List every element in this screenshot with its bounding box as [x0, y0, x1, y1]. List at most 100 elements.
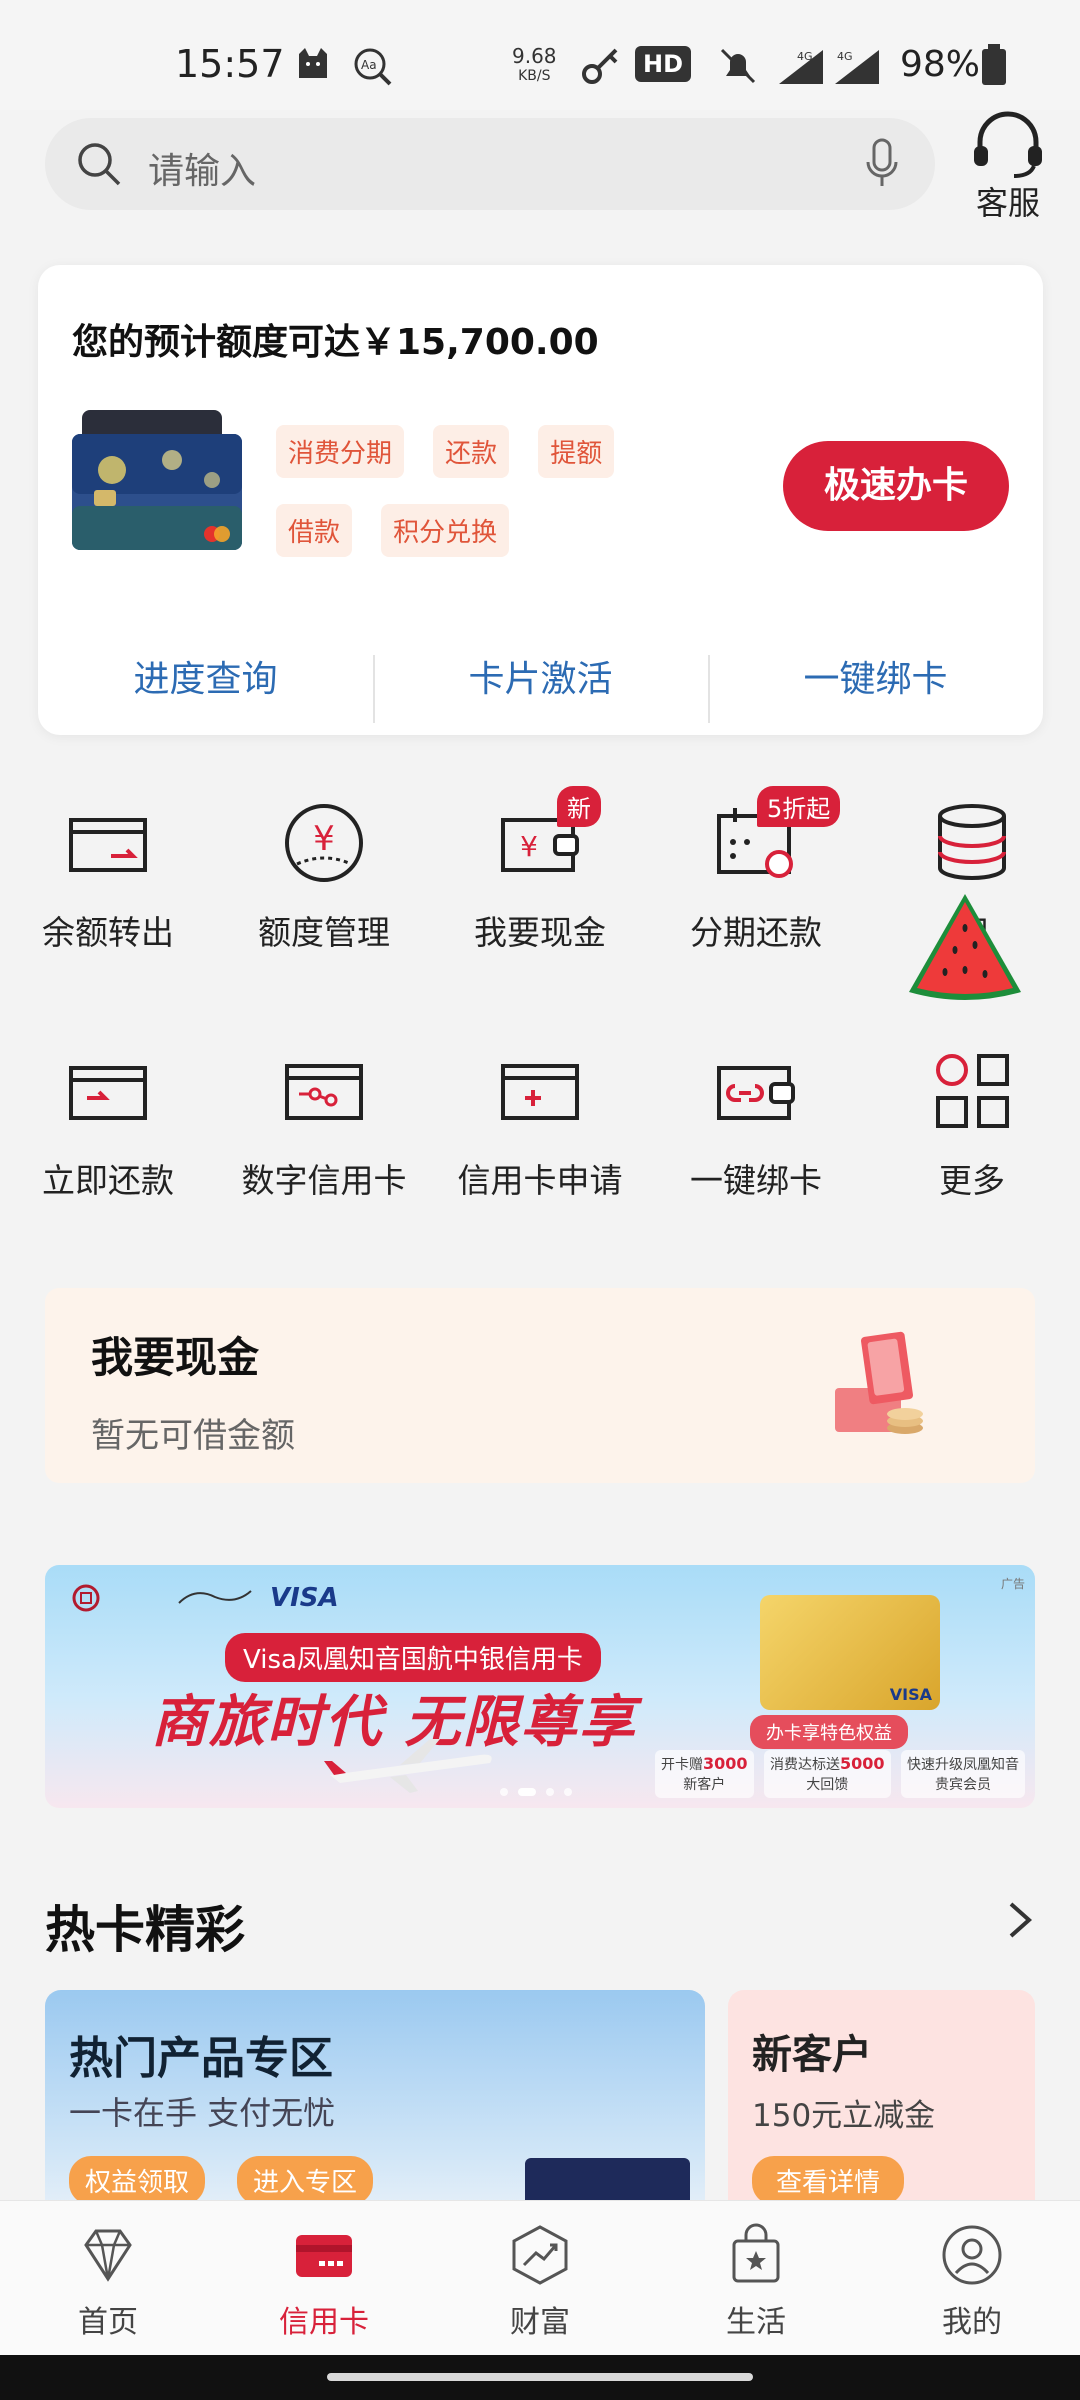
claim-benefits-button[interactable]: 权益领取	[69, 2156, 206, 2205]
ad-pill: Visa凤凰知音国航中银信用卡	[225, 1633, 601, 1682]
tag-repayment[interactable]: 还款	[433, 425, 510, 478]
new-customer-title: 新客户	[752, 2032, 872, 2078]
grid-label: 额度管理	[258, 913, 390, 952]
grid-item-limit-management[interactable]: ¥ 额度管理	[216, 770, 432, 954]
link-card-icon	[717, 1066, 795, 1120]
bind-card-link[interactable]: 一键绑卡	[708, 625, 1043, 735]
add-card-icon	[501, 1064, 579, 1120]
tab-label: 我的	[942, 2305, 1002, 2340]
search-bar[interactable]: 请输入	[45, 118, 935, 210]
grid-label: 更多	[939, 1161, 1005, 1200]
ad-box-3: 快速升级凤凰知音 贵宾会员	[901, 1750, 1025, 1798]
tag-raise-limit[interactable]: 提额	[538, 425, 615, 478]
tag-borrow[interactable]: 借款	[276, 504, 353, 557]
quick-apply-button[interactable]: 极速办卡	[783, 441, 1009, 531]
customer-service-button[interactable]: 客服	[968, 110, 1048, 224]
cash-title: 我要现金	[91, 1333, 260, 1382]
boc-logo-icon	[72, 1584, 100, 1612]
grid-item-balance-transfer[interactable]: 余额转出	[0, 770, 216, 954]
status-time: 15:57	[175, 42, 285, 86]
progress-query-link[interactable]: 进度查询	[38, 625, 373, 735]
bottom-tab-bar: 首页 信用卡 财富 生活 我的	[0, 2200, 1080, 2355]
airplane-icon	[324, 1739, 492, 1793]
grid-label: 数字信用卡	[241, 1161, 407, 1200]
grid-item-more[interactable]: 更多	[864, 1018, 1080, 1202]
grid-more-icon	[936, 1054, 1009, 1128]
credit-card-image	[72, 410, 242, 550]
yuan-circle-icon: ¥	[285, 804, 363, 882]
money-stack-icon	[835, 1331, 923, 1434]
grid-label: 立即还款	[42, 1161, 174, 1200]
grid-item-digital-card[interactable]: 数字信用卡	[216, 1018, 432, 1202]
credit-limit-headline: 您的预计额度可达￥15,700.00	[72, 322, 599, 363]
svg-text:Aa: Aa	[361, 58, 377, 72]
chevron-right-icon[interactable]	[1005, 1900, 1035, 1940]
home-indicator[interactable]	[327, 2373, 753, 2381]
view-details-button[interactable]: 查看详情	[752, 2156, 905, 2205]
ad-corner-label: 广告	[1000, 1577, 1025, 1591]
new-customer-subtitle: 150元立减金	[752, 2098, 936, 2134]
hot-products-title: 热门产品专区	[69, 2033, 333, 2084]
visa-logo: VISA	[270, 1583, 339, 1613]
enter-zone-button[interactable]: 进入专区	[237, 2156, 374, 2205]
signal-icon: 4G 4G	[779, 50, 879, 84]
hot-products-subtitle: 一卡在手 支付无忧	[69, 2094, 336, 2132]
new-customer-card[interactable]: 新客户 150元立减金 查看详情	[728, 1990, 1035, 2220]
text-search-icon: Aa	[354, 48, 392, 86]
hot-cards-title: 热卡精彩	[45, 1901, 245, 1959]
ad-box-2: 消费达标送5000 大回馈	[764, 1750, 891, 1798]
grid-item-bind-card[interactable]: 一键绑卡	[648, 1018, 864, 1202]
grid-label: 信用卡申请	[457, 1161, 623, 1200]
feature-tags: 消费分期 还款 提额 借款 积分兑换	[276, 425, 696, 583]
grid-item-installment-repay[interactable]: 5折起 分期还款	[648, 770, 864, 954]
key-icon	[582, 48, 618, 84]
tab-wealth[interactable]: 财富	[432, 2201, 648, 2355]
cash-banner[interactable]: 我要现金 暂无可借金额	[45, 1288, 1035, 1483]
hd-voice-badge: HD	[635, 46, 692, 82]
carousel-dots	[500, 1788, 572, 1796]
repay-card-icon	[69, 1066, 147, 1120]
battery-icon	[982, 44, 1006, 85]
diamond-icon	[84, 2229, 132, 2282]
tab-home[interactable]: 首页	[0, 2201, 216, 2355]
grid-label: 一键绑卡	[690, 1161, 822, 1200]
credit-card-panel: 您的预计额度可达￥15,700.00 消费分期 还款 提额 借款 积分兑换 极速…	[38, 265, 1043, 735]
database-icon	[938, 804, 1006, 880]
watermelon-float-icon[interactable]	[905, 890, 1025, 1005]
card-activation-link[interactable]: 卡片激活	[373, 625, 708, 735]
cash-subtitle: 暂无可借金额	[91, 1416, 295, 1456]
cat-icon	[299, 48, 327, 78]
grid-label: 分期还款	[690, 913, 822, 952]
tab-life[interactable]: 生活	[648, 2201, 864, 2355]
tab-credit-card[interactable]: 信用卡	[216, 2201, 432, 2355]
phoenix-miles-logo-icon	[178, 1590, 252, 1604]
tag-points-redeem[interactable]: 积分兑换	[381, 504, 510, 557]
ad-benefit-boxes: 开卡赠3000 新客户 消费达标送5000 大回馈 快速升级凤凰知音 贵宾会员	[655, 1750, 1025, 1798]
transfer-card-icon	[69, 818, 147, 872]
credit-card-tab-icon	[296, 2235, 352, 2277]
grid-label: 余额转出	[42, 913, 174, 952]
ad-box-1: 开卡赠3000 新客户	[655, 1750, 754, 1798]
hot-products-card[interactable]: 热门产品专区 一卡在手 支付无忧 权益领取 进入专区	[45, 1990, 705, 2220]
net-speed: 9.68 KB/S	[512, 44, 557, 84]
grid-label: 我要现金	[474, 913, 606, 952]
search-icon	[78, 143, 121, 186]
user-profile-icon	[942, 2225, 1002, 2285]
microphone-icon[interactable]	[864, 138, 900, 190]
tab-mine[interactable]: 我的	[864, 2201, 1080, 2355]
tab-label: 财富	[510, 2305, 570, 2340]
wealth-chart-icon	[512, 2225, 568, 2285]
tag-consumer-installment[interactable]: 消费分期	[276, 425, 405, 478]
svg-text:4G: 4G	[837, 50, 853, 63]
promo-ad-banner[interactable]: VISA Visa凤凰知音国航中银信用卡 商旅时代 无限尊享 VISA 办卡享特…	[45, 1565, 1035, 1808]
tab-label: 生活	[726, 2305, 786, 2340]
grid-item-cash[interactable]: ¥ 新 我要现金	[432, 770, 648, 954]
quick-links: 进度查询 卡片激活 一键绑卡	[38, 625, 1043, 735]
svg-text:4G: 4G	[797, 50, 813, 63]
grid-item-repay-now[interactable]: 立即还款	[0, 1018, 216, 1202]
grid-item-card-apply[interactable]: 信用卡申请	[432, 1018, 648, 1202]
ad-benefit: 办卡享特色权益	[750, 1715, 908, 1749]
mute-bell-icon	[720, 48, 756, 84]
gold-card-visa: VISA	[889, 1685, 932, 1704]
new-badge: 新	[557, 786, 601, 827]
